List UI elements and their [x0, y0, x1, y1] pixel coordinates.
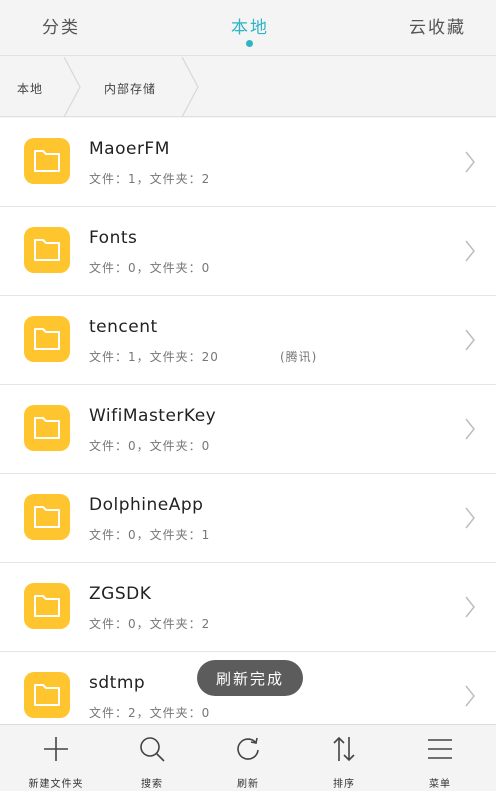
- new-folder-label: 新建文件夹: [28, 779, 84, 790]
- list-item[interactable]: Fonts 文件：0，文件夹：0: [0, 207, 496, 296]
- folder-info: 文件：0，文件夹：1: [89, 528, 211, 542]
- folder-name: DolphineApp: [89, 495, 204, 515]
- folder-icon: [24, 672, 70, 718]
- menu-icon: [428, 739, 452, 759]
- chevron-right-icon: [465, 685, 475, 707]
- menu-button[interactable]: 菜单: [392, 725, 488, 791]
- sort-label: 排序: [333, 779, 355, 790]
- chevron-right-icon: [465, 596, 475, 618]
- new-folder-button[interactable]: 新建文件夹: [8, 725, 104, 791]
- chevron-right-icon: [465, 507, 475, 529]
- folder-name: Fonts: [89, 228, 138, 248]
- menu-label: 菜单: [429, 779, 451, 790]
- refresh-icon: [237, 737, 259, 760]
- folder-name: MaoerFM: [89, 139, 170, 159]
- breadcrumb-separator-icon: [63, 57, 81, 117]
- folder-info: 文件：1，文件夹：20: [89, 350, 219, 364]
- active-tab-indicator: [246, 40, 253, 47]
- breadcrumb-local[interactable]: 本地: [17, 80, 43, 97]
- breadcrumb-internal-storage[interactable]: 内部存储: [104, 80, 156, 97]
- tab-cloud-favorites[interactable]: 云收藏: [409, 13, 466, 38]
- folder-name: sdtmp: [89, 673, 146, 693]
- file-list: MaoerFM 文件：1，文件夹：2 Fonts 文件：0，文件夹：0 tenc…: [0, 118, 496, 724]
- folder-tag: (腾讯): [280, 350, 318, 364]
- folder-info: 文件：0，文件夹：0: [89, 439, 211, 453]
- search-icon: [140, 737, 165, 762]
- toast-message: 刷新完成: [197, 660, 303, 696]
- folder-name: ZGSDK: [89, 584, 152, 604]
- sort-icon: [333, 736, 355, 762]
- chevron-right-icon: [465, 240, 475, 262]
- tab-local[interactable]: 本地: [231, 13, 269, 38]
- folder-name: tencent: [89, 317, 158, 337]
- folder-info: 文件：0，文件夹：0: [89, 261, 211, 275]
- folder-info: 文件：0，文件夹：2: [89, 617, 211, 631]
- tab-category[interactable]: 分类: [42, 13, 80, 38]
- refresh-label: 刷新: [237, 779, 259, 790]
- folder-icon: [24, 138, 70, 184]
- list-item[interactable]: tencent 文件：1，文件夹：20 (腾讯): [0, 296, 496, 385]
- list-item[interactable]: DolphineApp 文件：0，文件夹：1: [0, 474, 496, 563]
- folder-icon: [24, 494, 70, 540]
- sort-button[interactable]: 排序: [296, 725, 392, 791]
- plus-icon: [44, 737, 68, 761]
- refresh-button[interactable]: 刷新: [200, 725, 296, 791]
- folder-icon: [24, 405, 70, 451]
- folder-icon: [24, 316, 70, 362]
- breadcrumb: 本地 内部存储: [0, 57, 496, 117]
- list-item[interactable]: ZGSDK 文件：0，文件夹：2: [0, 563, 496, 652]
- folder-icon: [24, 227, 70, 273]
- list-item[interactable]: MaoerFM 文件：1，文件夹：2: [0, 118, 496, 207]
- chevron-right-icon: [465, 151, 475, 173]
- breadcrumb-separator-icon: [181, 57, 199, 117]
- bottom-toolbar: 新建文件夹 搜索 刷新 排序 菜单: [0, 724, 496, 791]
- folder-icon: [24, 583, 70, 629]
- search-button[interactable]: 搜索: [104, 725, 200, 791]
- list-item[interactable]: WifiMasterKey 文件：0，文件夹：0: [0, 385, 496, 474]
- chevron-right-icon: [465, 418, 475, 440]
- folder-name: WifiMasterKey: [89, 406, 217, 426]
- folder-info: 文件：2，文件夹：0: [89, 706, 211, 720]
- folder-info: 文件：1，文件夹：2: [89, 172, 211, 186]
- search-label: 搜索: [141, 779, 163, 790]
- chevron-right-icon: [465, 329, 475, 351]
- top-tab-bar: 分类 本地 云收藏: [0, 0, 496, 56]
